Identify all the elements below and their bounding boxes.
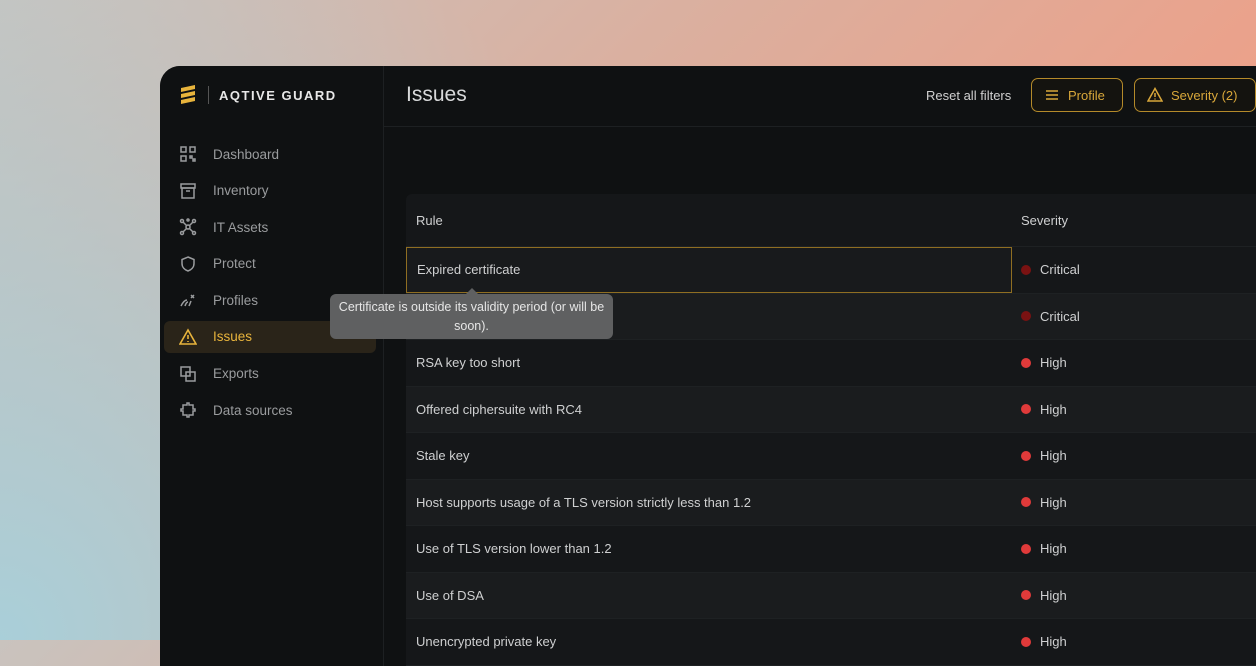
brand: AQTIVE GUARD: [178, 84, 337, 106]
severity-dot: [1021, 357, 1031, 368]
sidebar-nav: Dashboard Inventory IT Assets Protect Pr…: [164, 138, 376, 431]
severity-filter-label: Severity (2): [1171, 87, 1238, 103]
main-content: Issues Reset all filters Profile Severit…: [384, 66, 1256, 666]
table-row[interactable]: Use of TLS version lower than 1.2 High: [406, 526, 1256, 573]
profile-fingerprint-icon: [178, 290, 198, 310]
severity-dot: [1021, 590, 1031, 601]
app-window: AQTIVE GUARD Dashboard Inventory IT Asse…: [160, 66, 1256, 666]
rule-cell[interactable]: Use of DSA: [406, 573, 1012, 619]
shield-icon: [178, 254, 198, 274]
top-bar: Issues Reset all filters Profile Severit…: [384, 66, 1256, 127]
severity-dot: [1021, 264, 1031, 275]
severity-dot: [1021, 543, 1031, 554]
severity-dot: [1021, 311, 1031, 322]
page-title: Issues: [406, 83, 467, 106]
logo-icon: [181, 85, 195, 104]
warning-icon: [178, 327, 198, 347]
table-row[interactable]: Offered ciphersuite with RC4 High: [406, 386, 1256, 433]
sidebar-item-label: Exports: [213, 366, 259, 382]
brand-divider: [208, 86, 209, 104]
severity-filter-button[interactable]: Severity (2): [1134, 78, 1256, 112]
sidebar-item-label: IT Assets: [213, 219, 269, 235]
severity-dot: [1021, 497, 1031, 508]
plug-icon: [178, 400, 198, 420]
severity-cell: High: [1021, 340, 1067, 386]
sidebar-item-dashboard[interactable]: Dashboard: [164, 138, 376, 170]
rule-cell[interactable]: Host supports usage of a TLS version str…: [406, 480, 1012, 526]
export-icon: [178, 364, 198, 384]
sidebar-item-data-sources[interactable]: Data sources: [164, 394, 376, 426]
severity-label: High: [1040, 494, 1067, 510]
severity-dot: [1021, 404, 1031, 415]
severity-cell: High: [1021, 387, 1067, 433]
archive-icon: [178, 181, 198, 201]
sidebar: AQTIVE GUARD Dashboard Inventory IT Asse…: [160, 66, 384, 666]
severity-label: High: [1040, 355, 1067, 371]
severity-label: High: [1040, 634, 1067, 650]
rule-cell[interactable]: Unencrypted private key: [406, 619, 1012, 665]
severity-cell: High: [1021, 619, 1067, 665]
reset-filters-link[interactable]: Reset all filters: [926, 88, 1011, 103]
grid-icon: [178, 144, 198, 164]
rule-cell[interactable]: Expired certificate: [406, 247, 1012, 293]
warning-icon: [1147, 87, 1163, 102]
severity-dot: [1021, 636, 1031, 647]
table-row[interactable]: Unencrypted private key High: [406, 619, 1256, 666]
sidebar-item-label: Issues: [213, 329, 253, 345]
issues-table: Rule Severity Expired certificate Critic…: [406, 194, 1256, 666]
severity-label: Critical: [1040, 308, 1080, 324]
severity-cell: High: [1021, 526, 1067, 572]
severity-label: High: [1040, 541, 1067, 557]
table-row[interactable]: RSA key too short High: [406, 340, 1256, 387]
severity-label: High: [1040, 401, 1067, 417]
table-row[interactable]: Use of DSA High: [406, 572, 1256, 619]
severity-cell: High: [1021, 480, 1067, 526]
table-row[interactable]: Stale key High: [406, 433, 1256, 480]
sidebar-item-label: Inventory: [213, 183, 269, 199]
severity-cell: High: [1021, 573, 1067, 619]
sidebar-item-label: Dashboard: [213, 146, 280, 162]
severity-cell: High: [1021, 433, 1067, 479]
table-row[interactable]: Host supports usage of a TLS version str…: [406, 479, 1256, 526]
brand-name: AQTIVE GUARD: [219, 87, 337, 103]
sidebar-item-it-assets[interactable]: IT Assets: [164, 211, 376, 243]
rule-tooltip: Certificate is outside its validity peri…: [330, 294, 613, 339]
sidebar-item-exports[interactable]: Exports: [164, 358, 376, 390]
sidebar-item-inventory[interactable]: Inventory: [164, 175, 376, 207]
sidebar-item-label: Protect: [213, 256, 256, 272]
rule-cell[interactable]: Use of TLS version lower than 1.2: [406, 526, 1012, 572]
severity-label: High: [1040, 587, 1067, 603]
severity-cell: Critical: [1021, 294, 1080, 340]
profile-filter-button[interactable]: Profile: [1031, 78, 1123, 112]
table-header: Rule Severity: [406, 194, 1256, 247]
column-header-rule[interactable]: Rule: [416, 213, 443, 228]
sidebar-item-label: Profiles: [213, 292, 259, 308]
network-icon: [178, 217, 198, 237]
severity-label: High: [1040, 448, 1067, 464]
rule-cell[interactable]: Stale key: [406, 433, 1012, 479]
profile-filter-label: Profile: [1068, 87, 1105, 103]
severity-dot: [1021, 450, 1031, 461]
sidebar-item-label: Data sources: [213, 402, 293, 418]
rule-cell[interactable]: Offered ciphersuite with RC4: [406, 387, 1012, 433]
severity-cell: Critical: [1021, 247, 1080, 293]
table-row[interactable]: Expired certificate Critical: [406, 247, 1256, 294]
rule-cell[interactable]: RSA key too short: [406, 340, 1012, 386]
column-header-severity[interactable]: Severity: [1021, 213, 1068, 228]
sidebar-item-protect[interactable]: Protect: [164, 248, 376, 280]
list-icon: [1046, 90, 1058, 100]
severity-label: Critical: [1040, 262, 1080, 278]
